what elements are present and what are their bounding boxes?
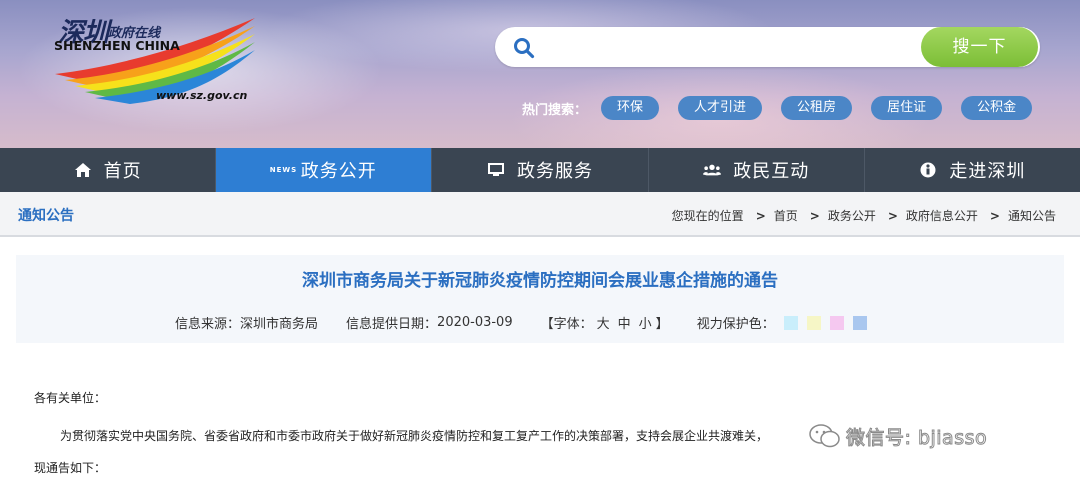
- site-banner: 深圳 政府在线 SHENZHEN CHINA www.sz.gov.cn 搜一下…: [0, 0, 1080, 148]
- nav-item-into-shenzhen[interactable]: 走进深圳: [865, 148, 1080, 192]
- breadcrumb-bar: 通知公告 您现在的位置 > 首页 > 政务公开 > 政府信息公开 > 通知公告: [0, 192, 1080, 237]
- font-size-small[interactable]: 小: [639, 313, 652, 332]
- eye-color-swatch[interactable]: [852, 315, 867, 330]
- site-logo[interactable]: 深圳 政府在线 SHENZHEN CHINA www.sz.gov.cn: [50, 8, 270, 104]
- hot-tag-juzhuzheng[interactable]: 居住证: [871, 96, 943, 120]
- font-size-large[interactable]: 大: [597, 313, 610, 332]
- breadcrumb-separator: >: [887, 208, 898, 223]
- nav-item-interaction[interactable]: 政民互动: [649, 148, 865, 192]
- breadcrumb-item-notices[interactable]: 通知公告: [1008, 207, 1056, 224]
- nav-item-gov-services[interactable]: 政务服务: [432, 148, 649, 192]
- nav-item-gov-affairs-open[interactable]: NEWS 政务公开: [216, 148, 433, 192]
- breadcrumb-item-gov-info[interactable]: 政府信息公开: [906, 207, 978, 224]
- article-meta: 信息来源： 深圳市商务局 信息提供日期： 2020-03-09 【字体： 大 中…: [175, 313, 867, 332]
- wechat-icon: [809, 424, 840, 448]
- watermark-text: 微信号: bjiasso: [845, 426, 988, 449]
- nav-item-label: 政务服务: [517, 161, 593, 182]
- people-icon: [703, 161, 722, 179]
- breadcrumb-item-gov-affairs[interactable]: 政务公开: [828, 207, 876, 224]
- main-nav: 首页 NEWS 政务公开 政务服务 政民互动 走进深圳: [0, 148, 1080, 192]
- article-header: 深圳市商务局关于新冠肺炎疫情防控期间会展业惠企措施的通告 信息来源： 深圳市商务…: [16, 255, 1064, 343]
- font-size-medium[interactable]: 中: [618, 313, 631, 332]
- logo-url: www.sz.gov.cn: [156, 89, 248, 102]
- article-salutation: 各有关单位：: [34, 391, 107, 405]
- breadcrumb: 您现在的位置 > 首页 > 政务公开 > 政府信息公开 > 通知公告: [672, 207, 1056, 224]
- eye-color-swatch[interactable]: [829, 315, 844, 330]
- nav-item-label: 走进深圳: [949, 161, 1026, 182]
- eye-color-swatch[interactable]: [806, 315, 821, 330]
- hot-search-bar: 热门搜索： 环保 人才引进 公租房 居住证 公积金: [522, 95, 1051, 121]
- search-icon: [514, 38, 535, 59]
- nav-item-home[interactable]: 首页: [0, 148, 217, 192]
- eye-protect-label: 视力保护色：: [696, 317, 775, 332]
- hot-tag-huanbao[interactable]: 环保: [601, 96, 660, 120]
- home-icon: [74, 161, 92, 179]
- logo-english-name: SHENZHEN CHINA: [54, 38, 180, 53]
- breadcrumb-separator: >: [755, 208, 766, 223]
- breadcrumb-location-label: 您现在的位置: [671, 209, 744, 223]
- hot-tag-gongjijin[interactable]: 公积金: [961, 96, 1033, 120]
- search-box[interactable]: 搜一下: [495, 27, 1040, 67]
- article-paragraph: 为贯彻落实党中央国务院、省委省政府和市委市政府关于做好新冠肺炎疫情防控和复工复产…: [60, 429, 769, 443]
- wechat-watermark: 微信号: bjiasso: [808, 422, 987, 450]
- section-title[interactable]: 通知公告: [18, 205, 74, 225]
- font-size-label: 【字体：: [540, 317, 593, 332]
- search-button[interactable]: 搜一下: [921, 27, 1038, 67]
- date-label: 信息提供日期：: [346, 317, 438, 332]
- hot-tag-gongzufang[interactable]: 公租房: [781, 96, 853, 120]
- date-value: 2020-03-09: [437, 315, 513, 330]
- hot-search-label: 热门搜索：: [522, 102, 588, 118]
- news-icon: NEWS: [269, 166, 298, 174]
- hot-tag-rencai[interactable]: 人才引进: [678, 96, 763, 120]
- source-label: 信息来源：: [175, 317, 241, 332]
- article-title: 深圳市商务局关于新冠肺炎疫情防控期间会展业惠企措施的通告: [302, 271, 778, 291]
- font-size-label-close: 】: [655, 317, 669, 332]
- breadcrumb-item-home[interactable]: 首页: [774, 207, 798, 224]
- nav-item-label: 政民互动: [733, 161, 810, 182]
- nav-item-label: 政务公开: [300, 161, 377, 182]
- nav-item-label: 首页: [103, 161, 142, 182]
- breadcrumb-separator: >: [989, 208, 1000, 223]
- article-paragraph-closing: 现通告如下：: [34, 461, 107, 475]
- eye-color-swatch[interactable]: [783, 315, 798, 330]
- breadcrumb-separator: >: [809, 208, 820, 223]
- source-value: 深圳市商务局: [240, 317, 319, 332]
- info-icon: [919, 161, 937, 179]
- monitor-icon: [487, 161, 505, 179]
